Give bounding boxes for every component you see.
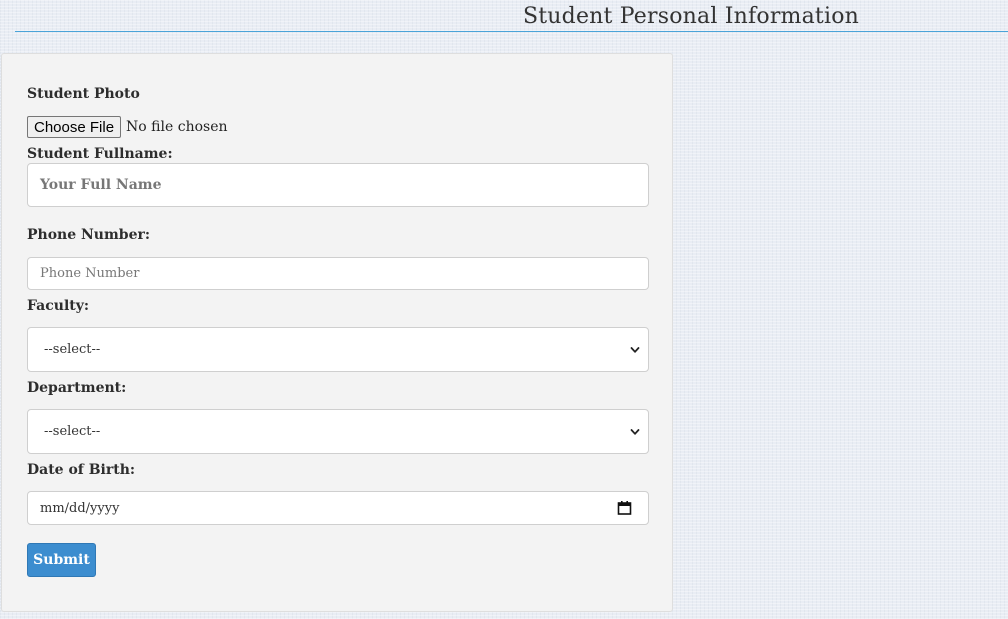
fullname-input[interactable]: Your Full Name (27, 163, 649, 207)
department-select[interactable]: --select-- (27, 409, 649, 454)
phone-placeholder: Phone Number (40, 266, 140, 281)
fullname-label: Student Fullname: (27, 146, 173, 162)
faculty-select[interactable]: --select-- (27, 327, 649, 372)
student-form: Student Photo Choose File No file chosen… (1, 53, 673, 612)
fullname-placeholder: Your Full Name (40, 177, 162, 193)
submit-button[interactable]: Submit (27, 543, 96, 577)
dob-input[interactable]: mm/dd/yyyy (27, 491, 649, 525)
department-label: Department: (27, 380, 127, 396)
dob-placeholder: mm/dd/yyyy (40, 500, 120, 516)
choose-file-button[interactable]: Choose File (27, 116, 122, 138)
phone-label: Phone Number: (27, 227, 151, 243)
title-divider (15, 31, 1008, 32)
department-selected-value: --select-- (44, 424, 101, 439)
chevron-down-icon (630, 428, 640, 435)
calendar-icon[interactable] (617, 501, 632, 516)
student-photo-label: Student Photo (27, 86, 140, 102)
faculty-label: Faculty: (27, 298, 90, 314)
student-photo-file-input[interactable]: Choose File No file chosen (27, 115, 228, 139)
faculty-selected-value: --select-- (44, 342, 101, 357)
dob-label: Date of Birth: (27, 462, 136, 478)
chevron-down-icon (630, 346, 640, 353)
file-status-text: No file chosen (126, 119, 228, 135)
phone-input[interactable]: Phone Number (27, 257, 649, 290)
page-title: Student Personal Information (523, 4, 860, 29)
